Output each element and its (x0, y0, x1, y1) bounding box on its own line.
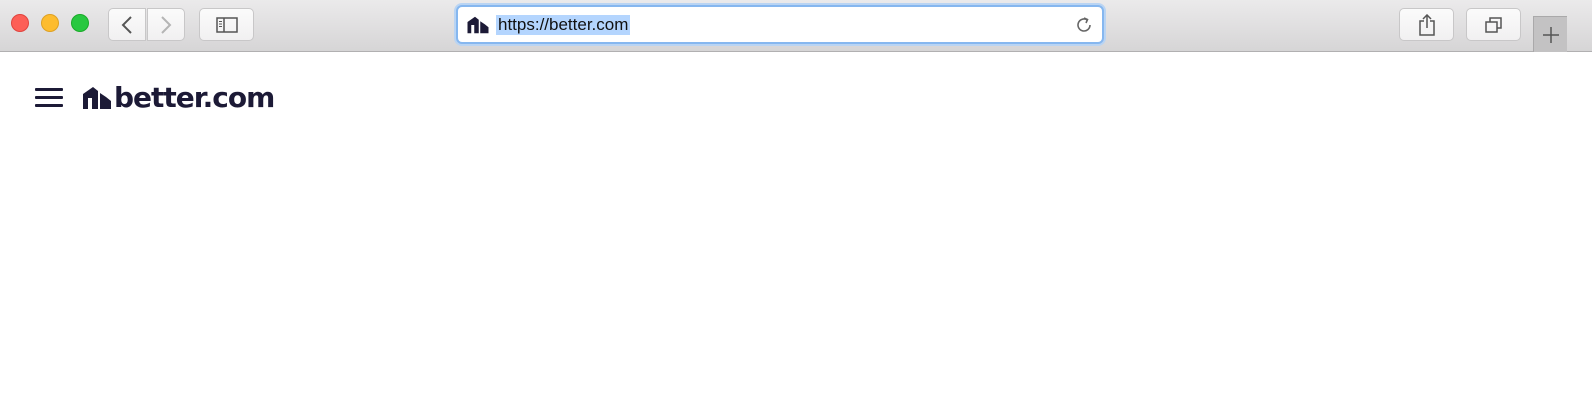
hamburger-line (35, 88, 63, 91)
forward-button[interactable] (147, 8, 185, 41)
web-page: better.com (0, 53, 1592, 404)
window-zoom-button[interactable] (71, 14, 89, 32)
window-close-button[interactable] (11, 14, 29, 32)
sidebar-icon (215, 16, 238, 33)
site-logo-link[interactable]: better.com (82, 81, 275, 114)
share-button[interactable] (1399, 8, 1454, 41)
address-bar[interactable]: https://better.com (456, 5, 1104, 44)
site-logo-text: better.com (114, 81, 275, 114)
reload-icon[interactable] (1074, 15, 1094, 35)
chevron-right-icon (161, 15, 172, 34)
share-icon (1418, 13, 1435, 36)
hamburger-line (35, 96, 63, 99)
better-logo-icon (83, 87, 111, 109)
browser-toolbar: https://better.com (0, 0, 1592, 52)
show-all-tabs-button[interactable] (1466, 8, 1521, 41)
window-minimize-button[interactable] (41, 14, 59, 32)
address-url-text[interactable]: https://better.com (496, 15, 631, 35)
tabs-icon (1484, 16, 1502, 33)
hamburger-line (35, 104, 63, 107)
back-button[interactable] (108, 8, 146, 41)
chevron-left-icon (121, 15, 132, 34)
hamburger-menu-icon[interactable] (35, 88, 63, 108)
show-sidebar-button[interactable] (199, 8, 254, 41)
new-tab-button[interactable] (1533, 16, 1567, 52)
better-logo-favicon (467, 16, 489, 34)
plus-icon (1542, 26, 1559, 43)
